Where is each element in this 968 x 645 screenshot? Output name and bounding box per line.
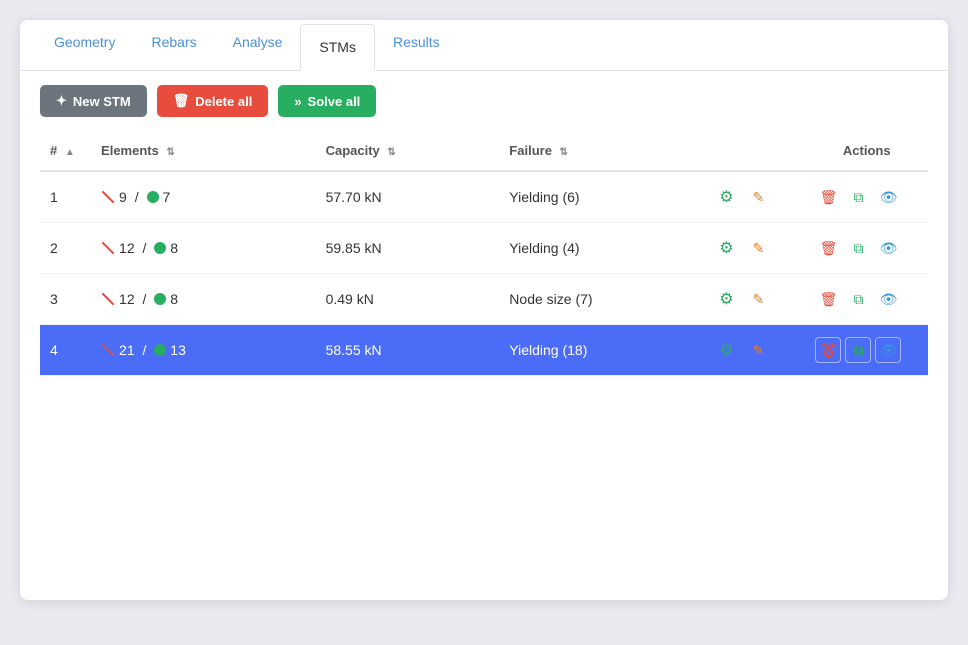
delete-row-button[interactable]: 🗑	[815, 235, 841, 261]
sort-failure-icon: ⇅	[560, 147, 568, 158]
copy-row-button[interactable]: ⧉	[845, 235, 871, 261]
strut-count: 12	[119, 240, 135, 256]
node-count: 8	[170, 240, 178, 256]
copy-row-button[interactable]: ⧉	[845, 337, 871, 363]
main-card: Geometry Rebars Analyse STMs Results ✦ N…	[20, 20, 948, 600]
configure-button[interactable]: ⚙	[713, 337, 739, 363]
trash-toolbar-icon: 🗑	[173, 93, 190, 109]
row-extra-icons: ⚙ ✎	[703, 171, 805, 223]
view-row-button[interactable]: 👁	[875, 235, 901, 261]
strut-count: 9	[119, 189, 127, 205]
row-failure: Yielding (6)	[499, 171, 703, 223]
tab-analyse[interactable]: Analyse	[215, 20, 301, 71]
row-num: 3	[40, 274, 91, 325]
stm-table-wrapper: # ▲ Elements ⇅ Capacity ⇅ Failure ⇅	[20, 131, 948, 396]
row-capacity: 59.85 kN	[316, 223, 500, 274]
row-actions: 🗑 ⧉ 👁	[805, 325, 928, 376]
strut-count: 12	[119, 291, 135, 307]
sort-capacity-icon: ⇅	[387, 147, 395, 158]
node-count: 7	[163, 189, 171, 205]
col-header-elements[interactable]: Elements ⇅	[91, 131, 316, 171]
solve-all-button[interactable]: » Solve all	[278, 85, 376, 117]
copy-row-button[interactable]: ⧉	[845, 184, 871, 210]
tab-geometry[interactable]: Geometry	[36, 20, 133, 71]
strut-icon	[101, 241, 115, 255]
row-capacity: 0.49 kN	[316, 274, 500, 325]
row-failure: Yielding (4)	[499, 223, 703, 274]
configure-button[interactable]: ⚙	[713, 235, 739, 261]
node-count: 13	[170, 342, 186, 358]
edit-button[interactable]: ✎	[745, 337, 771, 363]
delete-row-button[interactable]: 🗑	[815, 286, 841, 312]
row-elements: 21 / 13	[91, 325, 316, 376]
col-header-capacity[interactable]: Capacity ⇅	[316, 131, 500, 171]
row-elements: 9 / 7	[91, 171, 316, 223]
row-num: 2	[40, 223, 91, 274]
row-extra-icons: ⚙ ✎	[703, 325, 805, 376]
tab-rebars[interactable]: Rebars	[133, 20, 214, 71]
strut-icon	[101, 292, 115, 306]
row-capacity: 57.70 kN	[316, 171, 500, 223]
row-capacity: 58.55 kN	[316, 325, 500, 376]
node-icon	[147, 191, 159, 203]
table-header-row: # ▲ Elements ⇅ Capacity ⇅ Failure ⇅	[40, 131, 928, 171]
row-actions: 🗑 ⧉ 👁	[805, 223, 928, 274]
copy-row-button[interactable]: ⧉	[845, 286, 871, 312]
edit-button[interactable]: ✎	[745, 184, 771, 210]
table-row-selected[interactable]: 4 21 / 13 58.55 kN Yielding (18)	[40, 325, 928, 376]
tab-stms[interactable]: STMs	[300, 24, 375, 71]
row-actions: 🗑 ⧉ 👁	[805, 171, 928, 223]
node-icon	[154, 242, 166, 254]
row-actions: 🗑 ⧉ 👁	[805, 274, 928, 325]
delete-row-button[interactable]: 🗑	[815, 337, 841, 363]
configure-button[interactable]: ⚙	[713, 184, 739, 210]
toolbar: ✦ New STM 🗑 Delete all » Solve all	[20, 71, 948, 131]
tab-bar: Geometry Rebars Analyse STMs Results	[20, 20, 948, 71]
row-failure: Node size (7)	[499, 274, 703, 325]
stm-table: # ▲ Elements ⇅ Capacity ⇅ Failure ⇅	[40, 131, 928, 376]
strut-icon	[101, 343, 115, 357]
tab-results[interactable]: Results	[375, 20, 458, 71]
col-header-actions: Actions	[805, 131, 928, 171]
strut-icon	[101, 190, 115, 204]
sort-elements-icon: ⇅	[166, 147, 174, 158]
configure-button[interactable]: ⚙	[713, 286, 739, 312]
new-stm-icon: ✦	[56, 93, 67, 109]
col-header-failure[interactable]: Failure ⇅	[499, 131, 703, 171]
row-num: 4	[40, 325, 91, 376]
new-stm-button[interactable]: ✦ New STM	[40, 85, 147, 117]
view-row-button[interactable]: 👁	[875, 286, 901, 312]
col-header-num[interactable]: # ▲	[40, 131, 91, 171]
row-extra-icons: ⚙ ✎	[703, 223, 805, 274]
row-elements: 12 / 8	[91, 223, 316, 274]
strut-count: 21	[119, 342, 135, 358]
table-row[interactable]: 2 12 / 8 59.85 kN Yielding (4)	[40, 223, 928, 274]
delete-all-button[interactable]: 🗑 Delete all	[157, 85, 269, 117]
node-icon	[154, 344, 166, 356]
edit-button[interactable]: ✎	[745, 235, 771, 261]
view-row-button[interactable]: 👁	[875, 184, 901, 210]
row-elements: 12 / 8	[91, 274, 316, 325]
view-row-button[interactable]: 👁	[875, 337, 901, 363]
col-header-extra	[703, 131, 805, 171]
edit-button[interactable]: ✎	[745, 286, 771, 312]
table-row[interactable]: 3 12 / 8 0.49 kN Node size (7)	[40, 274, 928, 325]
table-row[interactable]: 1 9 / 7 57.70 kN Yielding (6)	[40, 171, 928, 223]
solve-icon: »	[294, 94, 301, 109]
sort-num-icon: ▲	[65, 147, 75, 158]
node-count: 8	[170, 291, 178, 307]
row-failure: Yielding (18)	[499, 325, 703, 376]
row-num: 1	[40, 171, 91, 223]
row-extra-icons: ⚙ ✎	[703, 274, 805, 325]
delete-row-button[interactable]: 🗑	[815, 184, 841, 210]
node-icon	[154, 293, 166, 305]
